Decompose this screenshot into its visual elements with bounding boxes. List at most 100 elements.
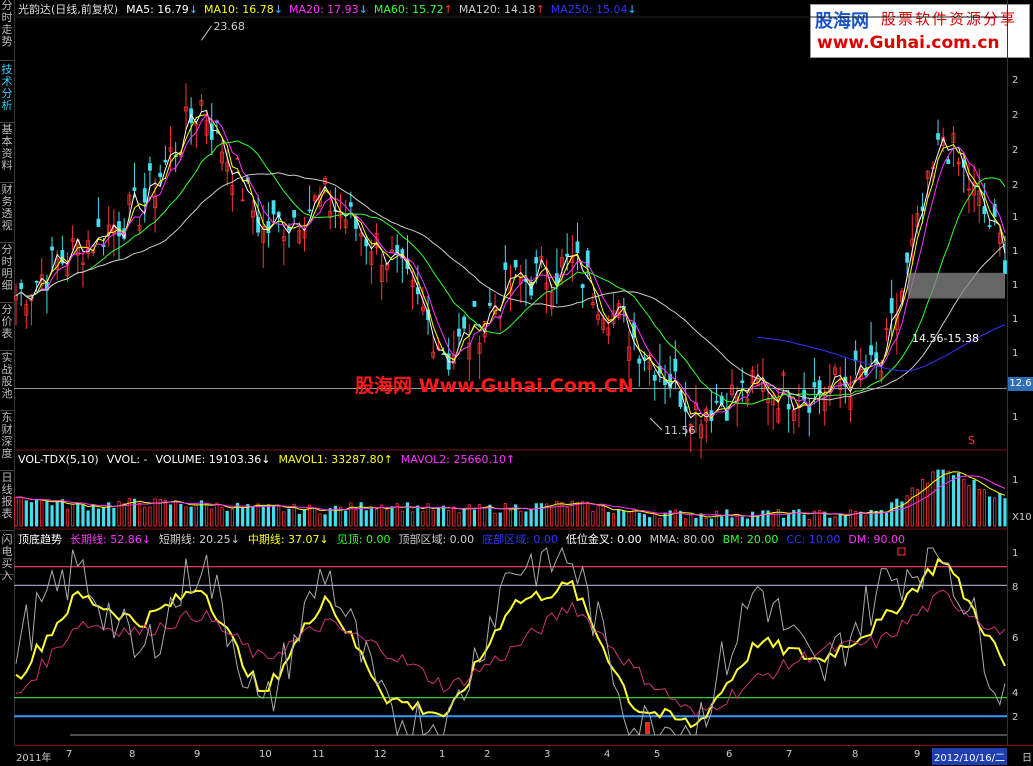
x-axis-label: 8 <box>129 749 136 760</box>
range-label: 14.56-15.38 <box>912 332 979 345</box>
volume-bar <box>673 509 677 527</box>
candle-body <box>889 298 894 314</box>
volume-bar <box>740 516 744 527</box>
volume-bar <box>101 507 106 527</box>
volume-bar <box>998 493 1002 527</box>
candle-body <box>853 350 858 362</box>
volume-bar <box>828 517 832 527</box>
volume-bar <box>982 489 986 527</box>
x-axis-label: 12 <box>374 749 387 760</box>
price-axis-tick: 1 <box>1012 348 1019 359</box>
candle-body <box>987 225 992 227</box>
x-axis-label: 10 <box>259 749 272 760</box>
volume-bar <box>271 505 276 527</box>
sell-marker: S <box>968 434 975 447</box>
volume-bar <box>457 512 461 527</box>
volume-axis-tick: 1 <box>1012 475 1019 486</box>
volume-bar <box>282 511 286 527</box>
volume-bar <box>65 508 70 527</box>
volume-bar <box>225 510 229 527</box>
x-axis-label: 9 <box>194 749 201 760</box>
volume-bar <box>174 500 178 527</box>
volume-bar <box>168 504 173 527</box>
price-axis-tick: 1 <box>1012 212 1019 223</box>
x-axis-label: 5 <box>654 749 661 760</box>
volume-bar <box>647 517 652 527</box>
x-axis-label: 9 <box>914 749 921 760</box>
volume-bar <box>349 502 353 527</box>
volume-bar <box>328 508 332 527</box>
candle-body <box>142 188 147 203</box>
volume-bar <box>380 504 384 527</box>
candle-body <box>802 389 807 401</box>
volume-bar <box>277 505 281 527</box>
volume-bar <box>132 498 137 527</box>
volume-bar <box>787 514 791 527</box>
volume-bar <box>354 509 358 527</box>
x-axis-label: 1 <box>439 749 446 760</box>
volume-bar <box>962 478 966 527</box>
volume-bar <box>112 507 116 527</box>
candle-body <box>580 284 585 289</box>
volume-bar <box>848 509 853 527</box>
volume-bar <box>987 496 992 527</box>
volume-bar <box>596 505 600 527</box>
volume-bar <box>35 499 39 527</box>
period-corner[interactable]: 日 <box>1022 749 1032 764</box>
volume-bar <box>472 509 477 527</box>
volume-bar <box>503 503 507 527</box>
volume-bar <box>684 518 688 527</box>
range-box <box>908 272 1005 299</box>
volume-bar <box>204 503 209 527</box>
volume-bar <box>534 503 538 527</box>
volume-bar <box>637 512 641 527</box>
volume-bar <box>318 513 322 527</box>
candle-body <box>158 172 163 178</box>
volume-bar <box>653 513 657 527</box>
volume-bar <box>591 511 595 527</box>
x-axis-label: 2011年 <box>16 753 52 764</box>
volume-bar <box>802 514 806 527</box>
indicator-axis-tick: 6 <box>1012 633 1019 644</box>
volume-bar <box>400 510 404 527</box>
x-axis-label: 3 <box>544 749 551 760</box>
volume-bar <box>436 507 440 527</box>
volume-bar <box>71 504 75 527</box>
x-axis-label: 2 <box>484 749 491 760</box>
high-leader <box>201 25 212 41</box>
volume-bar <box>179 503 183 527</box>
candle-body <box>19 283 24 289</box>
volume-bar <box>421 510 425 527</box>
volume-bar <box>261 504 265 527</box>
volume-bar <box>374 508 379 527</box>
volume-bar <box>951 475 956 527</box>
volume-bar <box>884 512 889 527</box>
volume-bar <box>642 514 647 527</box>
volume-bar <box>606 511 610 527</box>
volume-bar <box>189 506 193 527</box>
volume-bar <box>302 509 307 527</box>
price-axis-tick: 2 <box>1012 75 1019 86</box>
volume-bar <box>977 489 981 527</box>
volume-bar <box>251 506 255 527</box>
volume-bar <box>359 502 363 527</box>
volume-bar <box>493 512 497 527</box>
volume-bar <box>838 513 842 527</box>
volume-axis-tick: X10 <box>1012 512 1032 523</box>
volume-bar <box>575 502 580 527</box>
volume-bar <box>694 517 698 527</box>
indicator-axis-tick: 2 <box>1012 712 1019 723</box>
volume-bar <box>29 502 34 527</box>
volume-bar <box>122 503 126 527</box>
volume-bar <box>405 502 410 527</box>
volume-bar <box>96 508 101 527</box>
volume-bar <box>864 515 868 527</box>
volume-bar <box>483 507 487 527</box>
volume-bar <box>81 504 85 527</box>
volume-bar <box>519 510 523 527</box>
volume-bar <box>1003 498 1007 527</box>
candle-body <box>575 241 580 254</box>
volume-bar <box>539 503 544 527</box>
volume-bar <box>462 508 466 527</box>
volume-bar <box>230 508 234 527</box>
